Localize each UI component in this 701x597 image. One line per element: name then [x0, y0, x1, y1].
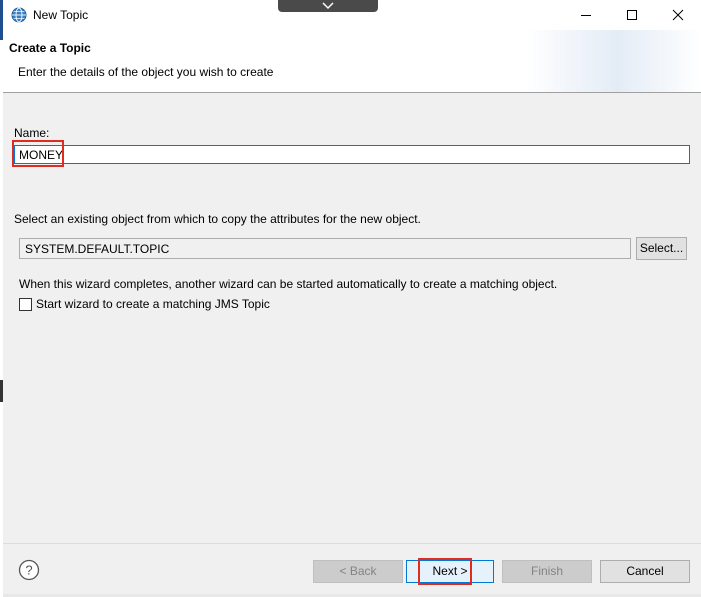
close-icon	[672, 9, 684, 21]
copy-object-label: Select an existing object from which to …	[14, 212, 421, 226]
select-button[interactable]: Select...	[636, 237, 687, 260]
finish-button[interactable]: Finish	[502, 560, 592, 583]
globe-icon	[11, 7, 27, 23]
wizard-info-text: When this wizard completes, another wiza…	[19, 277, 558, 291]
maximize-icon	[627, 10, 637, 20]
title-bar[interactable]: New Topic	[3, 0, 701, 30]
next-button[interactable]: Next >	[406, 560, 494, 583]
chevron-down-icon	[322, 2, 334, 10]
drag-handle[interactable]	[278, 0, 378, 12]
new-topic-dialog: New Topic Create a Topic Enter the detai…	[3, 0, 701, 597]
close-button[interactable]	[655, 0, 701, 30]
name-input[interactable]	[14, 145, 690, 164]
page-description: Enter the details of the object you wish…	[18, 65, 274, 79]
cancel-button[interactable]: Cancel	[600, 560, 690, 583]
button-bar-divider	[3, 543, 701, 544]
name-label: Name:	[14, 126, 50, 140]
minimize-button[interactable]	[563, 0, 609, 30]
minimize-icon	[581, 15, 591, 16]
header-divider	[3, 92, 701, 93]
jms-topic-checkbox[interactable]	[19, 298, 32, 311]
back-button[interactable]: < Back	[313, 560, 403, 583]
help-icon[interactable]: ?	[18, 559, 40, 581]
copy-object-field: SYSTEM.DEFAULT.TOPIC	[19, 238, 631, 259]
jms-topic-checkbox-label[interactable]: Start wizard to create a matching JMS To…	[36, 297, 270, 311]
svg-text:?: ?	[25, 563, 32, 578]
maximize-button[interactable]	[609, 0, 655, 30]
page-title: Create a Topic	[9, 41, 91, 55]
window-title: New Topic	[33, 8, 89, 22]
wizard-header: Create a Topic Enter the details of the …	[3, 30, 701, 92]
